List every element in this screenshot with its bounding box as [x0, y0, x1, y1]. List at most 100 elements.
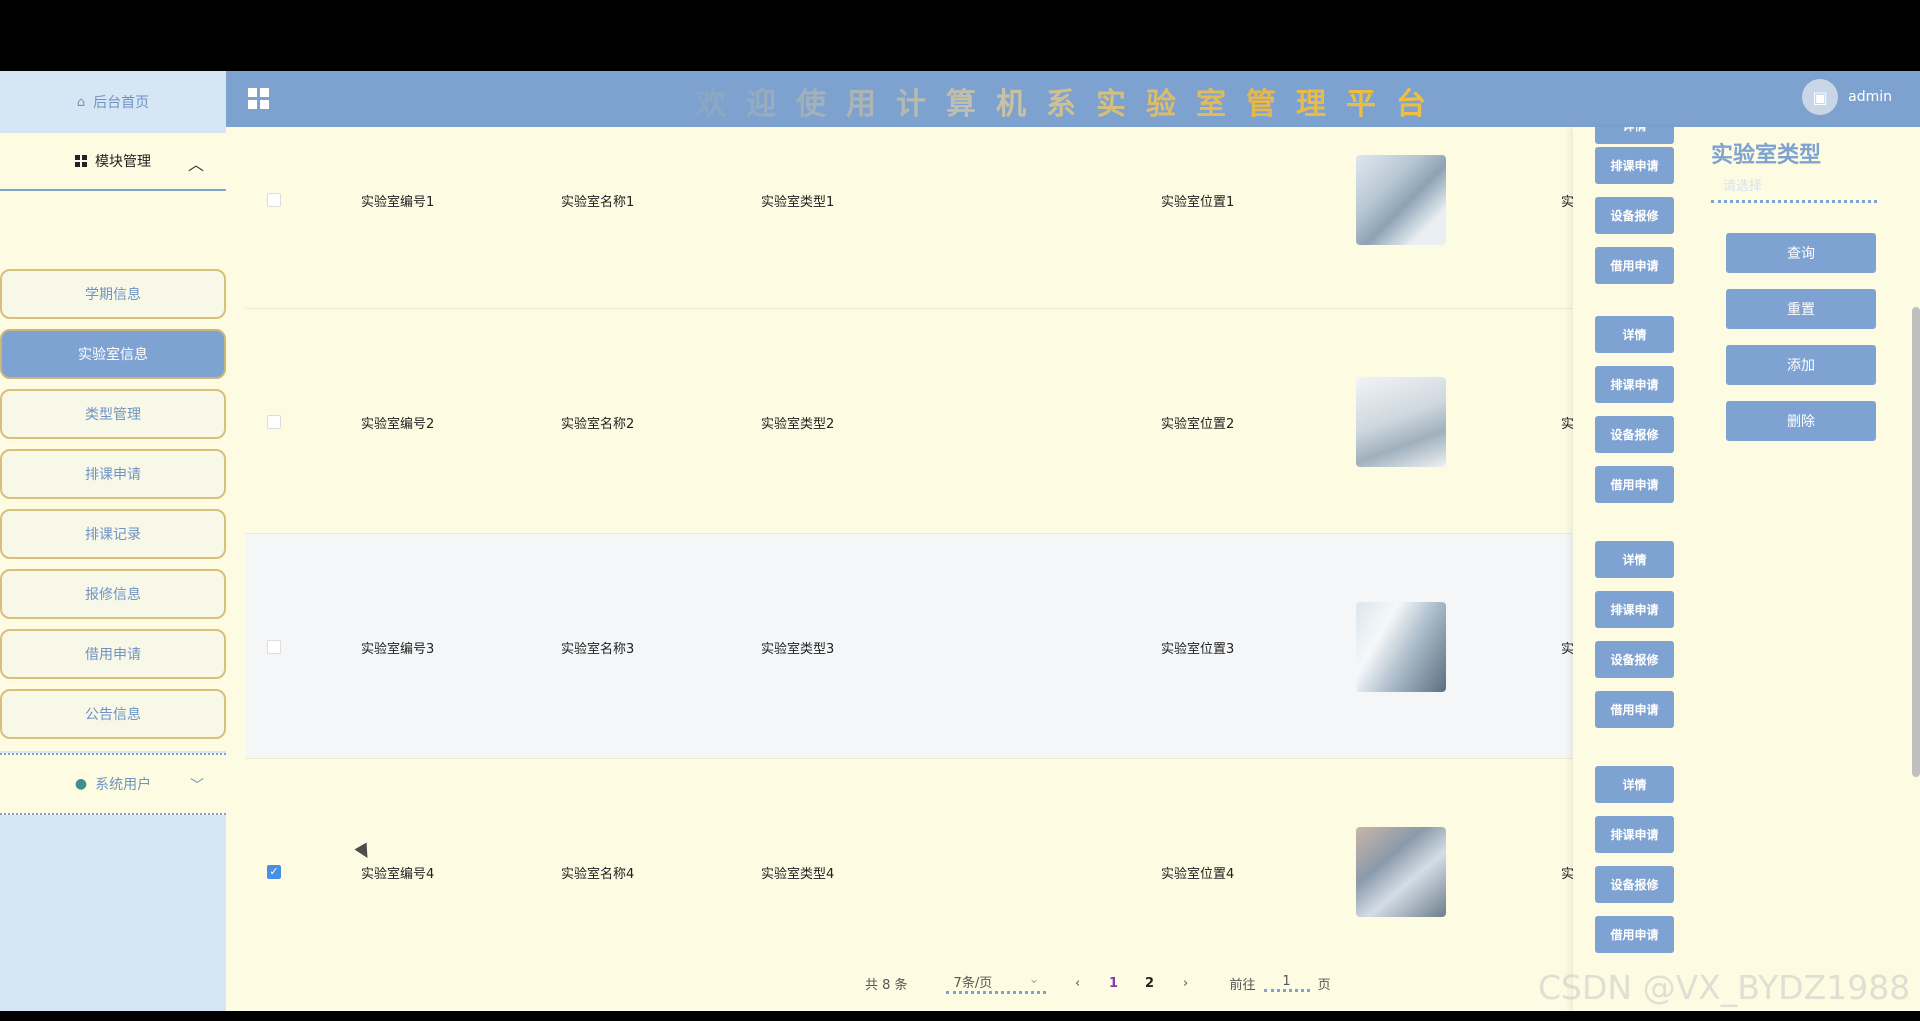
row-checkbox[interactable]	[267, 193, 281, 207]
repair-button[interactable]: 设备报修	[1595, 416, 1674, 453]
user-menu[interactable]: ▣ admin	[1802, 79, 1892, 115]
borrow-request-button[interactable]: 借用申请	[1595, 466, 1674, 503]
sidebar-item-label: 排课记录	[85, 527, 141, 543]
watermark: CSDN @VX_BYDZ1988	[1538, 968, 1911, 1007]
home-icon: ⌂	[76, 94, 86, 110]
add-button[interactable]: 添加	[1726, 345, 1876, 385]
chevron-up-icon: ︿	[187, 155, 204, 174]
repair-button[interactable]: 设备报修	[1595, 641, 1674, 678]
top-header: 欢迎使用计算机系实验室管理平台 ▣ admin	[226, 71, 1920, 127]
table-row: 实验室编号2 实验室名称2 实验室类型2 实验室位置2 实	[245, 309, 1695, 534]
button-label: 详情	[1622, 778, 1647, 792]
cell-name: 实验室名称1	[561, 195, 635, 210]
borrow-request-button[interactable]: 借用申请	[1595, 916, 1674, 953]
detail-button[interactable]: 详情	[1595, 541, 1674, 578]
cell-type: 实验室类型1	[761, 195, 835, 210]
total-count: 共 8 条	[865, 977, 908, 993]
sidebar-item-repair-info[interactable]: 报修信息	[0, 569, 226, 619]
row-checkbox[interactable]	[267, 640, 281, 654]
page-nav: ‹ 1 2 ›	[1059, 975, 1204, 991]
button-label: 添加	[1787, 358, 1815, 374]
lab-table: 实验室编号1 实验室名称1 实验室类型1 实验室位置1 实 实验室编号2 实验室…	[245, 127, 1695, 967]
table-row: 实验室编号1 实验室名称1 实验室类型1 实验室位置1 实	[245, 127, 1695, 309]
cell-name: 实验室名称2	[561, 417, 635, 432]
button-label: 排课申请	[1610, 159, 1659, 173]
borrow-request-button[interactable]: 借用申请	[1595, 691, 1674, 728]
sidebar: ⌂ 后台首页 模块管理 ︿ 学期信息 实验室信息 类型管理 排课申请 排课记录 …	[0, 71, 226, 1011]
button-label: 借用申请	[1610, 703, 1659, 717]
sidebar-item-home[interactable]: ⌂ 后台首页	[0, 71, 226, 133]
goto-label: 前往	[1229, 977, 1256, 993]
schedule-request-button[interactable]: 排课申请	[1595, 591, 1674, 628]
lab-type-select[interactable]: 请选择	[1711, 175, 1877, 203]
sidebar-item-schedule-record[interactable]: 排课记录	[0, 509, 226, 559]
cell-name: 实验室名称3	[561, 642, 635, 657]
sidebar-item-lab-info[interactable]: 实验室信息	[0, 329, 226, 379]
row-checkbox[interactable]	[267, 415, 281, 429]
grid-icon	[75, 155, 87, 167]
table-row: ✓ 实验室编号4 实验室名称4 实验室类型4 实验室位置4 实	[245, 759, 1695, 967]
app-window: ⌂ 后台首页 模块管理 ︿ 学期信息 实验室信息 类型管理 排课申请 排课记录 …	[0, 71, 1920, 1011]
schedule-request-button[interactable]: 排课申请	[1595, 147, 1674, 184]
filter-title: 实验室类型	[1711, 143, 1822, 168]
detail-button[interactable]: 详情	[1595, 127, 1674, 144]
cell-code: 实验室编号1	[361, 195, 435, 210]
row-checkbox[interactable]: ✓	[267, 865, 281, 879]
username: admin	[1848, 89, 1892, 105]
sidebar-item-schedule-request[interactable]: 排课申请	[0, 449, 226, 499]
sidebar-item-label: 报修信息	[85, 587, 141, 603]
sidebar-item-label: 借用申请	[85, 647, 141, 663]
page-size-value: 7条/页	[953, 976, 993, 991]
sidebar-item-borrow-request[interactable]: 借用申请	[0, 629, 226, 679]
sidebar-home-label: 后台首页	[93, 95, 150, 111]
sidebar-module-toggle[interactable]: 模块管理 ︿	[0, 133, 226, 191]
filter-panel: 实验室类型 请选择 查询 重置 添加 删除	[1695, 127, 1920, 1011]
operations-column: 详情 排课申请 设备报修 借用申请 详情 排课申请 设备报修 借用申请 详情 排…	[1573, 127, 1695, 1011]
sidebar-item-announcement[interactable]: 公告信息	[0, 689, 226, 739]
button-label: 排课申请	[1610, 828, 1659, 842]
detail-button[interactable]: 详情	[1595, 766, 1674, 803]
button-label: 排课申请	[1610, 378, 1659, 392]
goto-page-input[interactable]: 1	[1263, 974, 1310, 992]
query-button[interactable]: 查询	[1726, 233, 1876, 273]
delete-button[interactable]: 删除	[1726, 401, 1876, 441]
cell-location: 实验室位置1	[1161, 195, 1235, 210]
detail-button[interactable]: 详情	[1595, 316, 1674, 353]
button-label: 重置	[1787, 302, 1815, 318]
menu-grid-icon[interactable]	[248, 88, 269, 109]
prev-page-icon[interactable]: ‹	[1060, 976, 1096, 991]
sidebar-submenu: 学期信息 实验室信息 类型管理 排课申请 排课记录 报修信息 借用申请 公告信息	[0, 191, 226, 751]
repair-button[interactable]: 设备报修	[1595, 197, 1674, 234]
borrow-request-button[interactable]: 借用申请	[1595, 247, 1674, 284]
next-page-icon[interactable]: ›	[1168, 976, 1204, 991]
page-number-1[interactable]: 1	[1096, 976, 1132, 991]
button-label: 借用申请	[1610, 259, 1659, 273]
lab-photo	[1356, 377, 1446, 467]
cell-location: 实验室位置3	[1161, 642, 1235, 657]
pagination: 共 8 条 7条/页 ⌄ ‹ 1 2 › 前往 1 页	[865, 970, 1331, 996]
button-label: 详情	[1622, 553, 1647, 567]
cell-location: 实验室位置4	[1161, 867, 1235, 882]
cell-code: 实验室编号3	[361, 642, 435, 657]
cell-code: 实验室编号2	[361, 417, 435, 432]
repair-button[interactable]: 设备报修	[1595, 866, 1674, 903]
button-label: 借用申请	[1610, 478, 1659, 492]
page-number-2[interactable]: 2	[1132, 976, 1168, 991]
chevron-down-icon: ﹀	[190, 778, 204, 794]
schedule-request-button[interactable]: 排课申请	[1595, 816, 1674, 853]
button-label: 设备报修	[1610, 428, 1659, 442]
chevron-down-icon: ⌄	[1028, 972, 1040, 987]
button-label: 设备报修	[1610, 209, 1659, 223]
sidebar-module-label: 模块管理	[95, 154, 151, 170]
button-label: 借用申请	[1610, 928, 1659, 942]
sidebar-item-type-management[interactable]: 类型管理	[0, 389, 226, 439]
sidebar-item-system-user[interactable]: ● 系统用户 ﹀	[0, 753, 226, 815]
vertical-scrollbar[interactable]	[1912, 307, 1920, 777]
avatar: ▣	[1802, 79, 1839, 115]
sidebar-item-label: 排课申请	[85, 467, 141, 483]
reset-button[interactable]: 重置	[1726, 289, 1876, 329]
page-size-select[interactable]: 7条/页 ⌄	[945, 972, 1046, 994]
sidebar-item-semester[interactable]: 学期信息	[0, 269, 226, 319]
schedule-request-button[interactable]: 排课申请	[1595, 366, 1674, 403]
lab-photo	[1356, 155, 1446, 245]
